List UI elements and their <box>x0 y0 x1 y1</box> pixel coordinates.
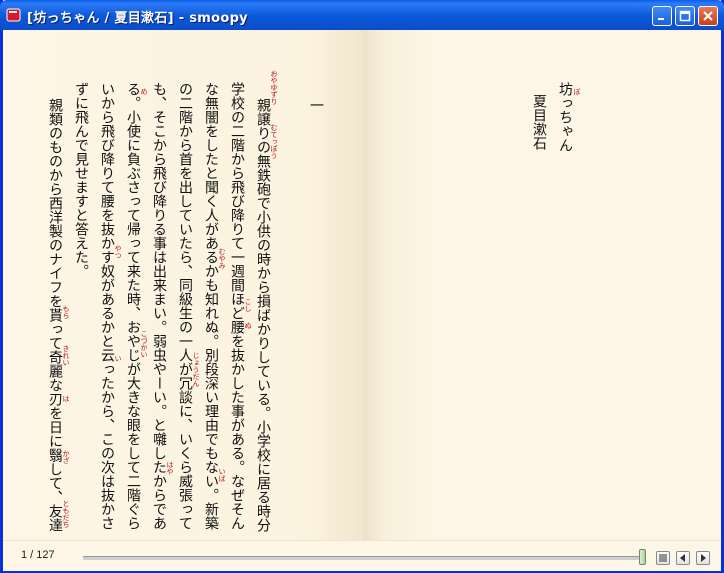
window-title: [坊っちゃん / 夏目漱石] - smoopy <box>27 11 248 26</box>
ruby-text: ぬ <box>244 322 252 329</box>
list-icon[interactable] <box>656 551 670 565</box>
ruby-text: おやゆずり <box>270 70 278 105</box>
text-column: ずに飛んで見せますと答えた。 <box>73 82 89 278</box>
ruby-text: じょうだん <box>192 352 200 387</box>
ruby-text: は <box>62 395 70 402</box>
ruby-text: むやみ <box>218 248 226 269</box>
right-page[interactable]: 坊っちゃん ぼ 夏目漱石 <box>363 30 721 540</box>
text-column: いから飛び降りて腰を抜かす奴があるかと云ったから、この次は抜かさ <box>99 82 115 530</box>
minimize-button[interactable] <box>652 6 672 26</box>
text-column: る。小使に負ぶさって帰って来た時、おやじが大きな眼をして二階ぐら <box>125 82 141 530</box>
ruby-text: い <box>114 355 122 362</box>
book-icon[interactable] <box>6 7 22 23</box>
ruby-text: かざ <box>62 450 70 464</box>
page-indicator: 1 / 127 <box>21 549 55 561</box>
ruby-text: はや <box>166 461 174 475</box>
prev-page-icon[interactable] <box>676 551 690 565</box>
ruby-text: むてっぽう <box>270 124 278 159</box>
text-column: な無闇をしたと聞く人があるかも知れぬ。別段深い理由でもない。新築 <box>203 82 219 530</box>
page-slider-thumb[interactable] <box>639 549 646 565</box>
book-title-ruby: ぼ <box>573 88 581 95</box>
ruby-text: やつ <box>114 245 122 259</box>
page-slider-track[interactable] <box>83 556 643 560</box>
book-author: 夏目漱石 <box>531 94 547 150</box>
status-bar: 1 / 127 <box>3 540 721 571</box>
maximize-button[interactable] <box>675 6 695 26</box>
ruby-text: きれい <box>62 345 70 366</box>
ruby-text: こし <box>244 298 252 312</box>
chapter-number: 一 <box>308 98 324 112</box>
left-page[interactable]: 一 親譲りの無鉄砲で小供の時から損ばかりしている。小学校に居る時分 学校の二階から… <box>3 30 363 540</box>
text-column: 親譲りの無鉄砲で小供の時から損ばかりしている。小学校に居る時分 <box>255 98 271 532</box>
close-button[interactable] <box>698 6 718 26</box>
ruby-text: いば <box>218 468 226 482</box>
app-window: [坊っちゃん / 夏目漱石] - smoopy 一 親譲りの無鉄砲で小供の時から… <box>0 0 724 573</box>
ruby-text: め <box>140 88 148 95</box>
book-title: 坊っちゃん <box>557 82 573 152</box>
ruby-text: もら <box>62 305 70 319</box>
text-column: の二階から首を出していたら、同級生の一人が冗談に、いくら威張って <box>177 82 193 530</box>
ruby-text: ともだち <box>62 500 70 528</box>
title-bar[interactable]: [坊っちゃん / 夏目漱石] - smoopy <box>0 0 724 30</box>
next-page-icon[interactable] <box>696 551 710 565</box>
ruby-text: こづかい <box>140 330 148 358</box>
reader-page-area[interactable]: 一 親譲りの無鉄砲で小供の時から損ばかりしている。小学校に居る時分 学校の二階から… <box>3 30 721 540</box>
